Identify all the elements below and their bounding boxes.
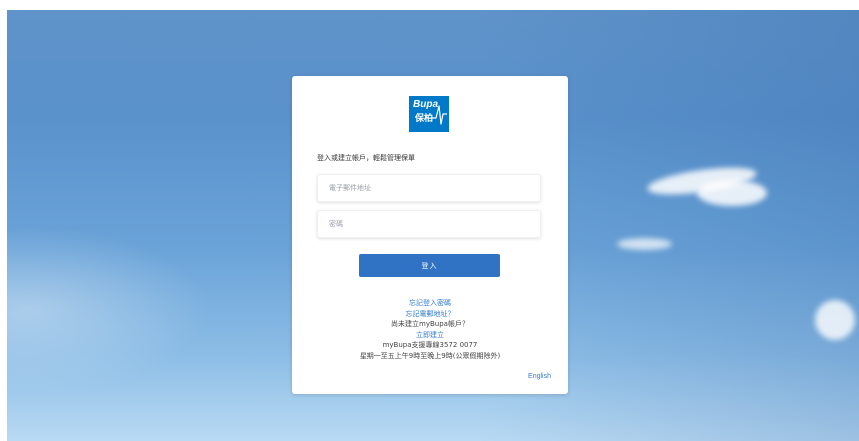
password-field[interactable] — [317, 210, 541, 238]
support-hours-text: 星期一至五上午9時至晚上9時(公眾假期除外) — [359, 351, 501, 360]
email-input[interactable] — [318, 175, 540, 201]
cloud — [815, 300, 855, 340]
login-page: Bupa 保柏 登入或建立帳戶，輕鬆管理保單 登入 忘記登入密碼 忘記電郵地址？… — [0, 0, 859, 441]
forgot-password-link[interactable]: 忘記登入密碼 — [292, 298, 568, 309]
forgot-email-link[interactable]: 忘記電郵地址？ — [292, 309, 568, 320]
create-account-link[interactable]: 立即建立 — [292, 330, 568, 341]
cloud — [697, 180, 767, 206]
heartbeat-icon — [431, 105, 447, 125]
email-field[interactable] — [317, 174, 541, 202]
password-input[interactable] — [318, 211, 540, 237]
bupa-logo: Bupa 保柏 — [409, 96, 449, 132]
cloud — [617, 238, 672, 250]
no-account-text: 尚未建立myBupa帳戶？ — [391, 320, 469, 328]
language-toggle-link[interactable]: English — [528, 373, 551, 380]
login-button[interactable]: 登入 — [359, 254, 500, 277]
help-links: 忘記登入密碼 忘記電郵地址？ 尚未建立myBupa帳戶？ 立即建立 myBupa… — [292, 298, 568, 361]
support-hotline-text: myBupa支援專線3572 0077 — [382, 341, 478, 349]
login-card: Bupa 保柏 登入或建立帳戶，輕鬆管理保單 登入 忘記登入密碼 忘記電郵地址？… — [292, 76, 568, 394]
login-intro-text: 登入或建立帳戶，輕鬆管理保單 — [317, 154, 415, 162]
